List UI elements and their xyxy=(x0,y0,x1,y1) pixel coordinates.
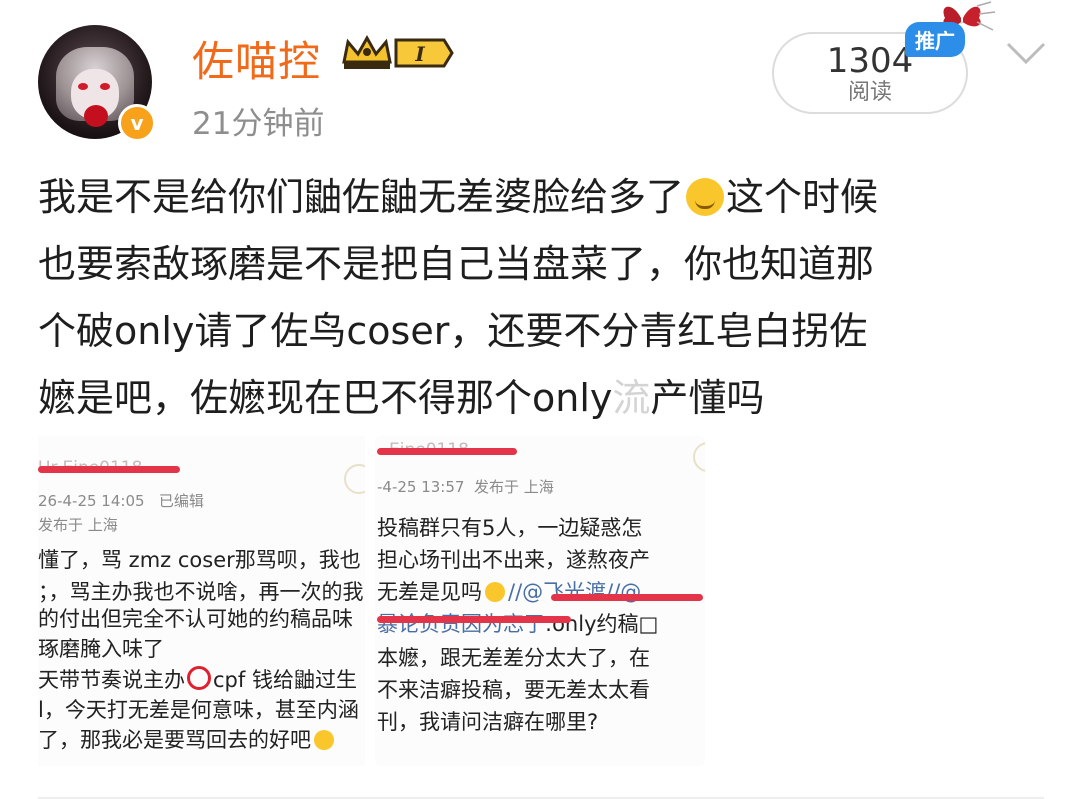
promo-badge: 推广 xyxy=(905,22,965,57)
reaction-icon xyxy=(344,464,365,494)
comment-line: 刊，我请问洁癖在哪里? xyxy=(377,710,599,734)
comment-line: 暴论负责因为忘了:only约稿□ xyxy=(377,612,659,636)
read-count-label: 阅读 xyxy=(847,80,892,105)
obscured-character: 流 xyxy=(612,376,651,420)
comment-line: l，今天打无差是何意味，甚至内涵 xyxy=(38,698,359,722)
comment-line: 无差是见吗//@飞光渡//@ xyxy=(377,580,642,604)
strike-mark xyxy=(551,594,703,601)
comment-line: 本嬷，跟无差差分太大了，在 xyxy=(377,646,650,670)
level-badge-text: I xyxy=(414,42,425,66)
attached-image-2[interactable]: Eine0118 -4-25 13:57 发布于 上海 投稿群只有5人，一边疑惑… xyxy=(375,436,705,766)
red-circle-emoji xyxy=(187,666,211,690)
attached-image-1[interactable]: Ur-Eine0118 26-4-25 14:05 已编辑 发布于 上海 懂了，… xyxy=(38,436,365,766)
comment-line: 投稿群只有5人，一边疑惑怎 xyxy=(377,516,643,540)
comment-line: 不来洁癖投稿，要无差太太看 xyxy=(377,678,650,702)
post-text-line-1b: 这个时候 xyxy=(726,175,879,219)
comment-line: 懂了，骂 zmz coser那骂呗，我也 xyxy=(38,548,361,572)
post-text-line-2: 也要索敌琢磨是不是把自己当盘菜了，你也知道那 xyxy=(38,242,875,286)
reaction-icon xyxy=(693,442,705,472)
grin-sweat-emoji xyxy=(485,582,505,602)
grin-sweat-emoji xyxy=(686,178,725,216)
post-timestamp: 21分钟前 xyxy=(192,106,325,142)
crown-level-icon: I xyxy=(342,34,454,69)
comment-date: 26-4-25 14:05 已编辑 xyxy=(38,492,204,510)
avatar-eye-left xyxy=(78,83,88,90)
comment-line: 担心场刊出不出来，遂熬夜产 xyxy=(377,548,650,572)
post-body: 我是不是给你们鼬佐鼬无差婆脸给多了 这个时候 也要索敌琢磨是不是把自己当盘菜了，你… xyxy=(38,164,1048,432)
verified-icon: v xyxy=(118,104,156,142)
comment-location: 发布于 上海 xyxy=(38,516,118,534)
comment-line: 天带节奏说主办 cpf 钱给鼬过生 xyxy=(38,666,357,692)
comment-line: 了，那我必是要骂回去的好吧 xyxy=(38,724,334,754)
joy-emoji xyxy=(314,730,334,750)
strike-mark xyxy=(377,616,571,623)
chevron-down-icon[interactable] xyxy=(1004,38,1048,68)
post-text-line-4: 嬷是吧，佐嬷现在巴不得那个only xyxy=(38,376,613,420)
strike-mark xyxy=(38,466,180,473)
username[interactable]: 佐喵控 xyxy=(192,28,321,89)
comment-line: 琢磨腌入味了 xyxy=(38,637,164,661)
post-text-line-1: 我是不是给你们鼬佐鼬无差婆脸给多了 xyxy=(38,175,685,219)
comment-date: -4-25 13:57 发布于 上海 xyxy=(377,478,554,496)
avatar-eye-right xyxy=(100,83,110,90)
comment-line: ；，骂主办我也不说啥，再一次的我 xyxy=(38,580,364,604)
comment-line: 的付出但完全不认可她的约稿品味 xyxy=(38,607,353,631)
post-text-line-3: 个破only请了佐鸟coser，还要不分青红皂白拐佐 xyxy=(38,309,868,353)
avatar-apple xyxy=(84,105,108,127)
post-text-line-4b: 产懂吗 xyxy=(650,376,765,420)
strike-mark xyxy=(377,448,517,455)
